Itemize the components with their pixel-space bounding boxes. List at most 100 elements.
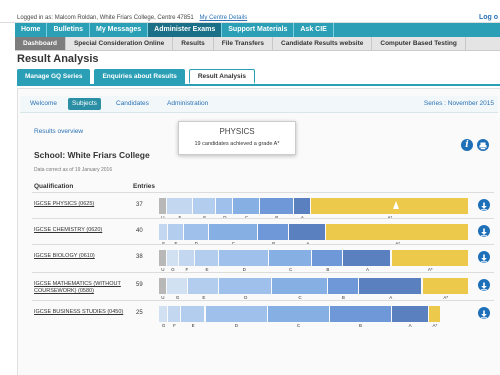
qualification-link[interactable]: IGCSE PHYSICS (0625) (34, 201, 126, 208)
grade-label: F (173, 323, 176, 328)
grade-label: A* (432, 323, 438, 328)
table-row: IGCSE MATHEMATICS (WITHOUT COURSEWORK) (… (32, 272, 494, 300)
page-title: Result Analysis (17, 53, 99, 65)
data-date-note: Data correct as of 19 January 2016 (34, 167, 113, 173)
grade-label: B (358, 323, 363, 328)
grade-segment[interactable] (205, 306, 267, 322)
grade-distribution-bar[interactable] (159, 198, 469, 214)
grade-segment[interactable] (159, 224, 168, 240)
nav-special-consideration[interactable]: Special Consideration Online (66, 37, 174, 50)
grade-segment[interactable] (166, 278, 188, 294)
grade-segment[interactable] (358, 278, 422, 294)
grade-distribution-bar[interactable] (159, 306, 469, 322)
grade-segment[interactable] (159, 250, 166, 266)
download-icon[interactable] (478, 199, 490, 211)
grade-segment[interactable] (188, 278, 219, 294)
grade-segment[interactable] (216, 198, 233, 214)
nav-file-transfers[interactable]: File Transfers (214, 37, 274, 50)
entries-count: 59 (136, 282, 143, 288)
nav-support-materials[interactable]: Support Materials (222, 23, 295, 37)
grade-segment[interactable] (312, 250, 343, 266)
grade-segment[interactable] (193, 198, 216, 214)
grade-segment[interactable] (428, 306, 441, 322)
grade-segment[interactable] (183, 224, 208, 240)
grade-distribution-bar[interactable] (159, 224, 469, 240)
subtab-administration[interactable]: Administration (163, 98, 212, 110)
download-icon[interactable] (478, 251, 490, 263)
download-icon[interactable] (478, 307, 490, 319)
grade-segment[interactable] (329, 306, 391, 322)
print-icon[interactable] (477, 139, 489, 151)
grade-segment[interactable] (159, 306, 168, 322)
table-row: IGCSE PHYSICS (0625) 37 U F E D C B A A* (32, 192, 494, 220)
grade-segment[interactable] (258, 224, 289, 240)
grade-segment[interactable] (166, 250, 179, 266)
table-row: IGCSE CHEMISTRY (0620) 40 F E D C B A A* (32, 218, 494, 246)
nav-home[interactable]: Home (15, 23, 48, 37)
login-text: Logged in as: Malcom Roldan, White Friar… (17, 15, 194, 21)
mouse-cursor (393, 201, 399, 209)
entries-count: 40 (136, 228, 143, 234)
grade-segment[interactable] (327, 278, 358, 294)
grade-segment[interactable] (208, 224, 258, 240)
download-icon[interactable] (478, 225, 490, 237)
grade-segment[interactable] (272, 278, 327, 294)
grade-segment[interactable] (293, 198, 310, 214)
grade-segment[interactable] (391, 250, 468, 266)
sub-tabs: Welcome Subjects Candidates Administrati… (20, 96, 498, 113)
grade-segment[interactable] (179, 250, 194, 266)
table-row: IGCSE BIOLOGY (0610) 38 U G F E D C B A A* (32, 244, 494, 272)
grade-distribution-bar[interactable] (159, 278, 469, 294)
nav-administer-exams[interactable]: Administer Exams (148, 23, 223, 37)
grade-segment[interactable] (219, 278, 272, 294)
grade-segment[interactable] (422, 278, 468, 294)
grade-segment[interactable] (267, 306, 329, 322)
grade-segment[interactable] (166, 198, 193, 214)
results-overview-link[interactable]: Results overview (34, 128, 83, 135)
grade-distribution-bar[interactable] (159, 250, 469, 266)
grade-segment[interactable] (233, 198, 259, 214)
tab-result-analysis[interactable]: Result Analysis (188, 69, 256, 84)
nav-candidate-results-website[interactable]: Candidate Results website (273, 37, 373, 50)
secondary-nav: Dashboard Special Consideration Online R… (15, 37, 500, 51)
centre-details-link[interactable]: My Centre Details (199, 15, 247, 21)
subtab-candidates[interactable]: Candidates (112, 98, 153, 110)
subtab-welcome[interactable]: Welcome (26, 98, 61, 110)
info-icon[interactable]: i (461, 139, 473, 151)
grade-label: C (296, 323, 301, 328)
tab-enquiries-about-results[interactable]: Enquiries about Results (94, 69, 185, 84)
grade-segment[interactable] (343, 250, 391, 266)
grade-segment[interactable] (259, 198, 293, 214)
qualification-link[interactable]: IGCSE BIOLOGY (0610) (34, 253, 126, 260)
grade-segment[interactable] (289, 224, 326, 240)
grade-segment[interactable] (391, 306, 428, 322)
nav-results[interactable]: Results (173, 37, 214, 50)
grade-segment[interactable] (194, 250, 219, 266)
grade-segment[interactable] (159, 278, 166, 294)
grade-segment[interactable] (269, 250, 312, 266)
table-row: IGCSE BUSINESS STUDIES (0450) 25 G F E D C B A A* (32, 300, 494, 328)
nav-my-messages[interactable]: My Messages (90, 23, 149, 37)
grade-segment[interactable] (159, 198, 166, 214)
logout-link[interactable]: Log o (479, 14, 498, 21)
grade-label: G (161, 323, 166, 328)
subtab-subjects[interactable]: Subjects (68, 98, 101, 110)
nav-computer-based-testing[interactable]: Computer Based Testing (372, 37, 466, 50)
qualification-link[interactable]: IGCSE BUSINESS STUDIES (0450) (34, 309, 126, 316)
school-name: School: White Friars College (34, 150, 150, 160)
primary-nav: Home Bulletins My Messages Administer Ex… (15, 23, 500, 37)
grade-segment[interactable] (168, 224, 183, 240)
qualification-link[interactable]: IGCSE MATHEMATICS (WITHOUT COURSEWORK) (… (34, 281, 126, 295)
grade-segment[interactable] (310, 198, 468, 214)
top-bar: Logged in as: Malcom Roldan, White Friar… (0, 0, 500, 23)
grade-segment[interactable] (168, 306, 180, 322)
nav-bulletins[interactable]: Bulletins (47, 23, 91, 37)
qualification-link[interactable]: IGCSE CHEMISTRY (0620) (34, 227, 126, 234)
grade-segment[interactable] (219, 250, 269, 266)
grade-segment[interactable] (180, 306, 205, 322)
grade-segment[interactable] (326, 224, 468, 240)
nav-dashboard[interactable]: Dashboard (15, 37, 66, 50)
nav-ask-cie[interactable]: Ask CIE (294, 23, 334, 37)
tab-manage-gq-series[interactable]: Manage GQ Series (17, 69, 91, 84)
download-icon[interactable] (478, 279, 490, 291)
